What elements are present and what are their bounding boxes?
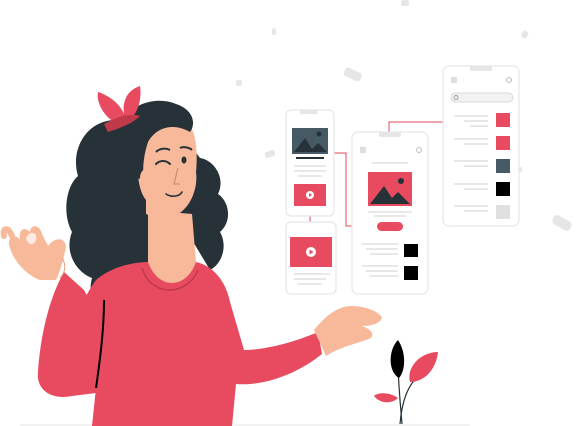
color-swatch [496, 159, 510, 173]
play-icon [294, 184, 326, 206]
phone-wireframe-swatches [442, 65, 520, 227]
hand-ok-gesture [8, 226, 66, 280]
color-swatch [496, 205, 510, 219]
image-placeholder-icon [368, 172, 412, 206]
phone-wireframe-video [285, 221, 337, 295]
hand-open-palm [314, 306, 382, 356]
woman-with-app-wireframes-illustration [0, 0, 572, 426]
color-swatch [496, 182, 510, 196]
search-bar [450, 92, 514, 103]
shirt [71, 262, 322, 426]
plant [374, 340, 438, 425]
phone-wireframe-article [285, 109, 335, 217]
play-icon [290, 237, 332, 267]
open-eye [181, 156, 187, 164]
image-placeholder-icon [292, 128, 328, 154]
color-swatch [496, 113, 510, 127]
neck [148, 210, 196, 283]
color-swatch [496, 136, 510, 150]
cta-button [377, 222, 403, 231]
illustration-stage [0, 0, 576, 426]
phone-wireframe-main [351, 131, 429, 295]
